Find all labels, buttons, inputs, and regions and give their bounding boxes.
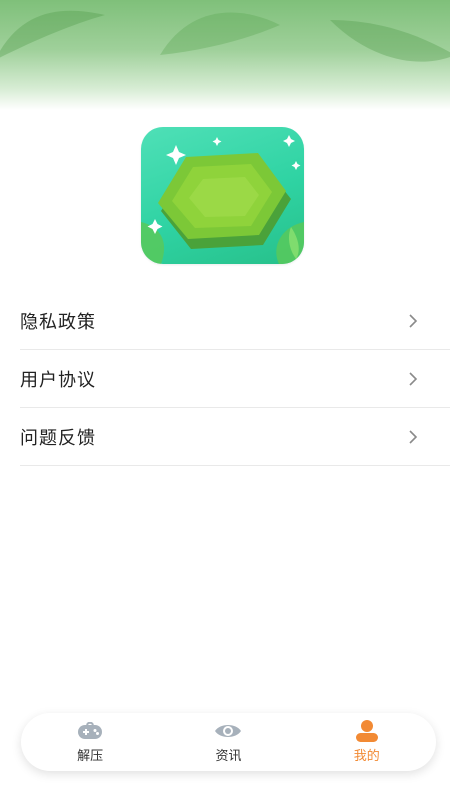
chevron-right-icon	[409, 313, 418, 328]
tab-relax[interactable]: 解压	[35, 720, 145, 764]
eye-icon	[214, 720, 242, 742]
bottom-tab-bar: 解压 资讯 我的	[21, 713, 436, 771]
app-logo	[141, 127, 304, 264]
tab-label: 资讯	[215, 749, 242, 764]
menu-item-privacy-policy[interactable]: 隐私政策	[20, 292, 450, 350]
menu-item-label: 用户协议	[20, 369, 96, 391]
tab-label: 解压	[77, 749, 104, 764]
tab-label: 我的	[353, 749, 380, 764]
leaf-decoration-icon	[0, 10, 105, 58]
menu-item-feedback[interactable]: 问题反馈	[20, 408, 450, 466]
menu-item-label: 隐私政策	[20, 311, 96, 333]
tab-mine[interactable]: 我的	[312, 720, 422, 764]
settings-menu: 隐私政策 用户协议 问题反馈	[0, 292, 450, 466]
gamepad-icon	[76, 720, 104, 742]
leaf-decoration-icon	[330, 20, 450, 62]
header-banner	[0, 0, 450, 110]
menu-item-label: 问题反馈	[20, 427, 96, 449]
chevron-right-icon	[409, 429, 418, 444]
leaf-decoration-icon	[160, 12, 280, 55]
user-icon	[353, 720, 381, 742]
chevron-right-icon	[409, 371, 418, 386]
hexagon-logo-icon	[141, 135, 304, 264]
tab-news[interactable]: 资讯	[173, 720, 283, 764]
menu-item-user-agreement[interactable]: 用户协议	[20, 350, 450, 408]
